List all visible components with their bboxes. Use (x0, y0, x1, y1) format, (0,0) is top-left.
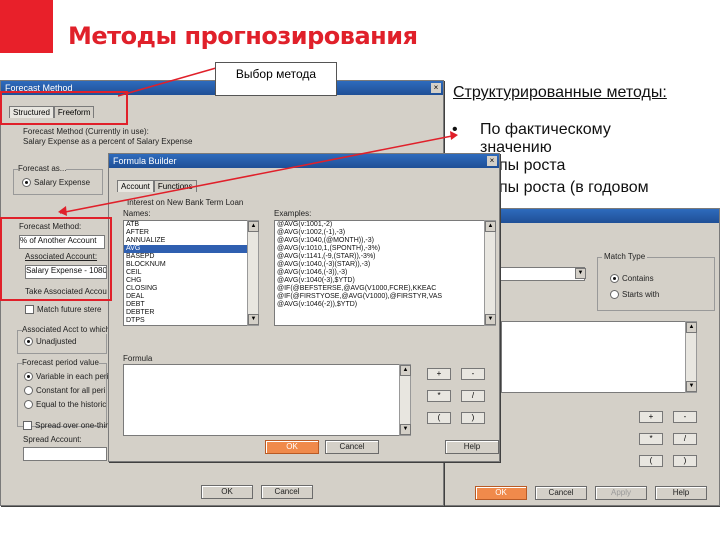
slide: Методы прогнозирования Структурированные… (0, 0, 720, 540)
callout-box: Выбор метода (215, 62, 337, 96)
callout-label: Выбор метода (235, 67, 317, 81)
callout-lines (58, 67, 458, 216)
